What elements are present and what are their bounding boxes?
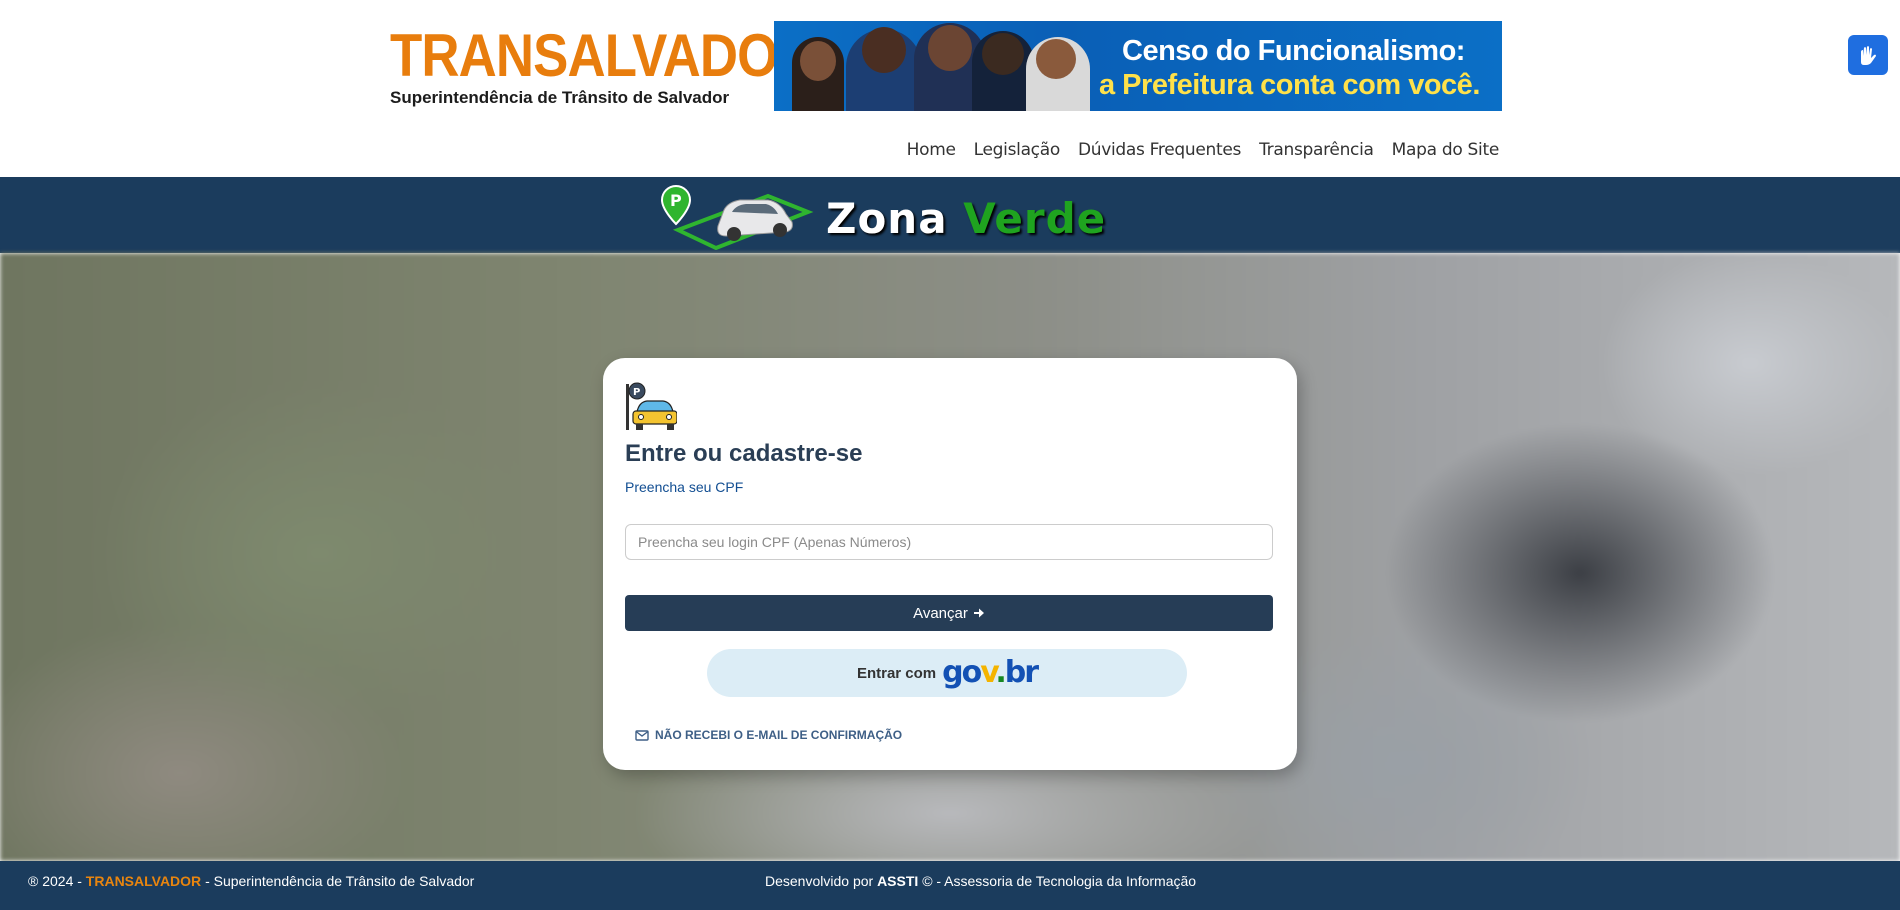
resend-email-link[interactable]: NÃO RECEBI O E-MAIL DE CONFIRMAÇÃO xyxy=(635,728,902,742)
login-subtitle: Preencha seu CPF xyxy=(625,479,744,495)
footer-org: - Superintendência de Trânsito de Salvad… xyxy=(205,873,475,889)
nav-home[interactable]: Home xyxy=(907,140,956,160)
svg-text:P: P xyxy=(670,191,682,210)
govbr-label: Entrar com xyxy=(856,664,937,682)
transalvador-logo[interactable]: TRANSALVADOR Superintendência de Trânsit… xyxy=(390,22,815,110)
footer-credits: Desenvolvido por ASSTI © - Assessoria de… xyxy=(765,873,1196,889)
zona-verde-band: P Zona Verde xyxy=(0,177,1900,253)
footer-copyright: ® 2024 - TRANSALVADOR - Superintendência… xyxy=(28,873,474,889)
site-header: TRANSALVADOR Superintendência de Trânsit… xyxy=(0,0,1900,177)
zona-verde-car-icon: P xyxy=(660,184,814,251)
main-nav: Home Legislação Dúvidas Frequentes Trans… xyxy=(907,140,1500,160)
govbr-login-button[interactable]: Entrar com gov.br xyxy=(707,649,1187,697)
parking-car-icon: P xyxy=(626,382,677,430)
footer-brand: TRANSALVADOR xyxy=(85,873,202,889)
nav-mapa-do-site[interactable]: Mapa do Site xyxy=(1392,140,1500,160)
logo-title: TRANSALVADOR xyxy=(390,22,815,89)
site-footer: ® 2024 - TRANSALVADOR - Superintendência… xyxy=(0,861,1900,910)
nav-duvidas-frequentes[interactable]: Dúvidas Frequentes xyxy=(1078,140,1241,160)
banner-people-image xyxy=(774,21,1104,111)
govbr-logo-dot: . xyxy=(995,655,1006,690)
nav-legislacao[interactable]: Legislação xyxy=(974,140,1061,160)
verde-word: Verde xyxy=(963,194,1107,243)
vlibras-hands-icon[interactable] xyxy=(1848,35,1888,75)
zona-verde-logo: P Zona Verde xyxy=(658,182,1105,251)
nav-transparencia[interactable]: Transparência xyxy=(1259,140,1374,160)
cpf-input[interactable] xyxy=(625,524,1273,560)
banner-subtitle: a Prefeitura conta com você. xyxy=(1099,69,1480,101)
avancar-button[interactable]: Avançar xyxy=(625,595,1273,631)
envelope-icon xyxy=(635,729,649,741)
footer-dev-suffix: © - Assessoria de Tecnologia da Informaç… xyxy=(922,873,1197,889)
zona-word: Zona xyxy=(826,194,948,243)
govbr-logo: gov.br xyxy=(942,655,1039,690)
govbr-logo-br: br xyxy=(1004,655,1039,690)
census-banner[interactable]: Censo do Funcionalismo: a Prefeitura con… xyxy=(774,21,1502,111)
footer-dev-name: ASSTI xyxy=(877,873,919,889)
logo-subtitle: Superintendência de Trânsito de Salvador xyxy=(390,88,730,107)
banner-title: Censo do Funcionalismo: xyxy=(1122,35,1465,67)
zona-verde-title: Zona Verde xyxy=(826,194,1106,243)
resend-email-label: NÃO RECEBI O E-MAIL DE CONFIRMAÇÃO xyxy=(655,728,903,742)
footer-dev-prefix: Desenvolvido por xyxy=(765,873,874,889)
govbr-logo-v: v xyxy=(980,655,997,690)
login-title: Entre ou cadastre-se xyxy=(625,440,863,467)
login-card: P Entre ou cadastre-se Preencha seu CPF … xyxy=(603,358,1297,770)
govbr-logo-go: go xyxy=(942,655,982,690)
svg-text:P: P xyxy=(633,387,640,398)
footer-copyright-mark: ® 2024 - xyxy=(28,873,82,889)
arrow-right-icon xyxy=(973,608,984,618)
avancar-label: Avançar xyxy=(913,604,968,622)
